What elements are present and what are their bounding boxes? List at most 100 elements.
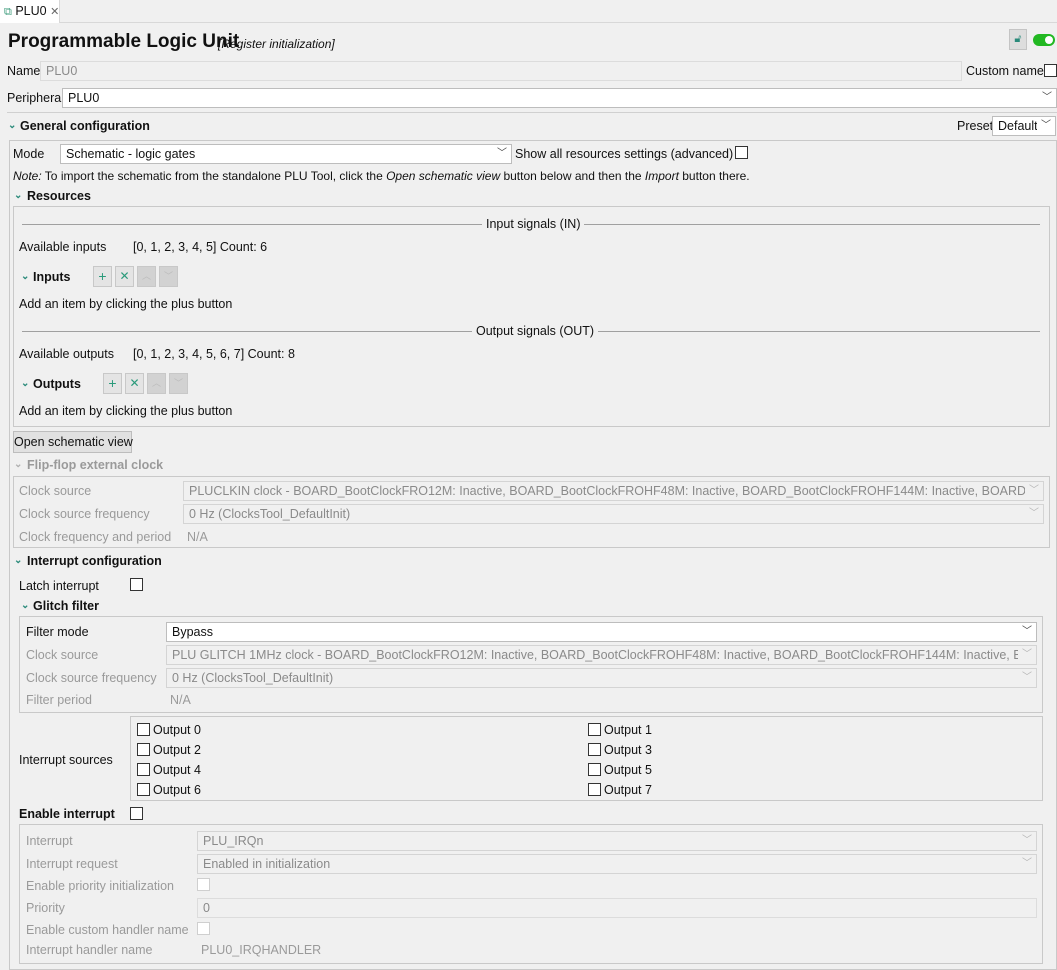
chevron-down-icon: ﹀ (1037, 117, 1055, 135)
filter-mode-select[interactable]: Bypass ﹀ (166, 622, 1037, 642)
interrupt-source-checkbox[interactable] (137, 783, 150, 796)
show-all-label: Show all resources settings (advanced) (515, 147, 734, 161)
enable-interrupt-checkbox[interactable] (130, 807, 143, 820)
inputs-header[interactable]: Inputs (33, 269, 71, 285)
ff-clock-freq-select[interactable]: 0 Hz (ClocksTool_DefaultInit) ﹀ (183, 504, 1044, 524)
outputs-header[interactable]: Outputs (33, 376, 81, 392)
move-up-input-button[interactable]: ︿ (137, 266, 156, 287)
remove-input-button[interactable]: ✕ (115, 266, 134, 287)
resources-header[interactable]: Resources (27, 188, 91, 204)
interrupt-source-label: Output 0 (153, 723, 201, 737)
interrupt-source-checkbox[interactable] (137, 723, 150, 736)
ff-clock-source-select[interactable]: PLUCLKIN clock - BOARD_BootClockFRO12M: … (183, 481, 1044, 501)
peripheral-label: Peripheral (7, 91, 64, 105)
enable-toggle[interactable] (1033, 34, 1055, 46)
chevron-down-icon: ﹀ (493, 145, 511, 163)
ff-clock-source-value: PLUCLKIN clock - BOARD_BootClockFRO12M: … (189, 484, 1044, 498)
chevron-down-icon: ﹀ (1025, 482, 1043, 500)
mode-value: Schematic - logic gates (66, 147, 196, 161)
glitch-clock-freq-label: Clock source frequency (26, 671, 157, 685)
page-title: Programmable Logic Unit (8, 31, 240, 52)
peripheral-select[interactable]: PLU0 ﹀ (62, 88, 1057, 108)
inputs-chevron-icon[interactable]: ⌄ (21, 269, 29, 285)
name-input[interactable]: PLU0 (40, 61, 962, 81)
interrupt-value: PLU_IRQn (203, 834, 264, 848)
preset-select[interactable]: Default ﹀ (992, 116, 1056, 136)
mode-select[interactable]: Schematic - logic gates ﹀ (60, 144, 512, 164)
open-schematic-view-button[interactable]: Open schematic view (13, 431, 133, 453)
flipflop-chevron-icon[interactable]: ⌄ (14, 457, 22, 473)
interrupt-source-checkbox[interactable] (137, 763, 150, 776)
custom-handler-label: Enable custom handler name (26, 923, 189, 937)
interrupt-config-chevron-icon[interactable]: ⌄ (14, 553, 22, 569)
remove-output-button[interactable]: ✕ (125, 373, 144, 394)
move-up-output-button[interactable]: ︿ (147, 373, 166, 394)
tab-bar (0, 0, 1057, 23)
interrupt-request-label: Interrupt request (26, 857, 118, 871)
glitch-clock-source-select[interactable]: PLU GLITCH 1MHz clock - BOARD_BootClockF… (166, 645, 1037, 665)
latch-interrupt-checkbox[interactable] (130, 578, 143, 591)
close-icon[interactable]: ✕ (50, 6, 59, 18)
filter-period-label: Filter period (26, 693, 92, 707)
chevron-down-icon: ﹀ (1018, 669, 1036, 687)
divider (7, 112, 1057, 113)
chevron-down-icon: ﹀ (1018, 855, 1036, 873)
available-inputs-value: [0, 1, 2, 3, 4, 5] Count: 6 (133, 240, 268, 254)
custom-name-checkbox[interactable] (1044, 64, 1057, 77)
interrupt-config-header[interactable]: Interrupt configuration (27, 553, 162, 569)
priority-init-checkbox[interactable] (197, 878, 210, 891)
interrupt-source-label: Output 2 (153, 743, 201, 757)
handler-name-value: PLU0_IRQHANDLER (201, 943, 322, 957)
priority-input[interactable]: 0 (197, 898, 1037, 918)
output-signals-label: Output signals (OUT) (472, 323, 599, 339)
custom-name-label: Custom name (966, 64, 1044, 78)
flipflop-header[interactable]: Flip-flop external clock (27, 457, 163, 473)
interrupt-source-checkbox[interactable] (137, 743, 150, 756)
glitch-clock-source-label: Clock source (26, 648, 99, 662)
inputs-empty-text: Add an item by clicking the plus button (19, 297, 233, 311)
peripheral-value: PLU0 (68, 91, 100, 105)
interrupt-source-label: Output 3 (604, 743, 652, 757)
outputs-empty-text: Add an item by clicking the plus button (19, 404, 233, 418)
interrupt-source-checkbox[interactable] (588, 783, 601, 796)
interrupt-source-label: Output 7 (604, 783, 652, 797)
handler-name-label: Interrupt handler name (26, 943, 153, 957)
interrupt-request-select[interactable]: Enabled in initialization ﹀ (197, 854, 1037, 874)
interrupt-source-label: Output 1 (604, 723, 652, 737)
interrupt-select[interactable]: PLU_IRQn ﹀ (197, 831, 1037, 851)
enable-interrupt-label: Enable interrupt (19, 807, 115, 821)
add-output-button[interactable]: + (103, 373, 122, 394)
general-chevron-icon[interactable]: ⌄ (8, 118, 16, 134)
interrupt-request-value: Enabled in initialization (203, 857, 331, 871)
move-down-output-button[interactable]: ﹀ (169, 373, 188, 394)
available-inputs-label: Available inputs (19, 240, 107, 254)
custom-handler-checkbox[interactable] (197, 922, 210, 935)
tab-plu0[interactable]: ⧉ PLU0 ✕ (0, 0, 60, 23)
input-signals-label: Input signals (IN) (482, 216, 585, 232)
resources-chevron-icon[interactable]: ⌄ (14, 188, 22, 204)
interrupt-source-checkbox[interactable] (588, 723, 601, 736)
glitch-filter-header[interactable]: Glitch filter (33, 598, 99, 614)
interrupt-source-label: Output 4 (153, 763, 201, 777)
lock-button[interactable]: 🔓︎ (1009, 29, 1027, 50)
filter-mode-label: Filter mode (26, 625, 89, 639)
chevron-down-icon: ﹀ (1018, 832, 1036, 850)
move-down-input-button[interactable]: ﹀ (159, 266, 178, 287)
mode-label: Mode (13, 147, 45, 161)
priority-init-label: Enable priority initialization (26, 879, 174, 893)
add-input-button[interactable]: + (93, 266, 112, 287)
tab-label: PLU0 (15, 4, 47, 18)
chevron-down-icon: ﹀ (1025, 505, 1043, 523)
glitch-clock-freq-select[interactable]: 0 Hz (ClocksTool_DefaultInit) ﹀ (166, 668, 1037, 688)
ff-period-value: N/A (187, 530, 208, 544)
interrupt-source-checkbox[interactable] (588, 743, 601, 756)
outputs-chevron-icon[interactable]: ⌄ (21, 376, 29, 392)
preset-value: Default (998, 119, 1038, 133)
interrupt-source-checkbox[interactable] (588, 763, 601, 776)
chevron-down-icon: ﹀ (1018, 623, 1036, 641)
glitch-chevron-icon[interactable]: ⌄ (21, 598, 29, 614)
ff-period-label: Clock frequency and period (19, 530, 172, 544)
general-config-header[interactable]: General configuration (20, 118, 150, 134)
interrupt-label: Interrupt (26, 834, 73, 848)
show-all-checkbox[interactable] (735, 146, 748, 159)
